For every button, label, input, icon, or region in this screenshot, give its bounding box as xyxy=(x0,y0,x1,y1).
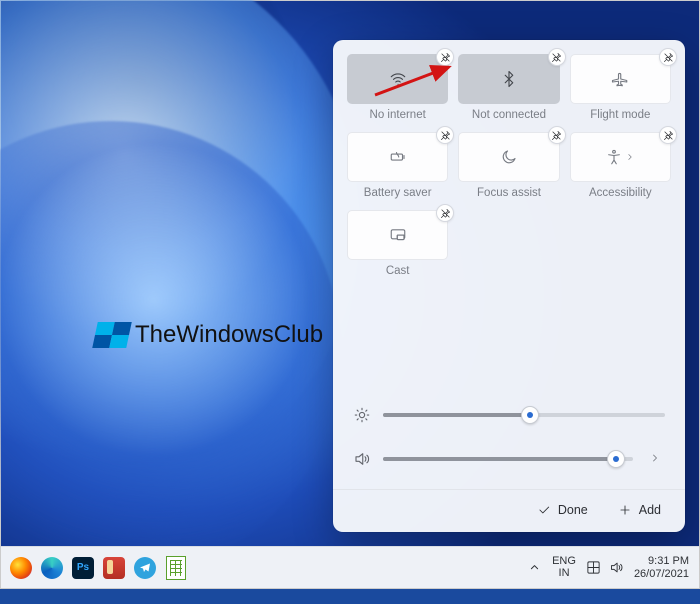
done-button[interactable]: Done xyxy=(525,498,600,522)
network-tray-icon xyxy=(586,560,601,575)
watermark-text: TheWindowsClub xyxy=(135,321,323,349)
add-button[interactable]: Add xyxy=(606,498,673,522)
wifi-icon xyxy=(389,70,407,88)
accessibility-tile-label: Accessibility xyxy=(589,187,652,200)
taskbar: Ps ENG IN 9:31 PM 26/07/2021 xyxy=(1,546,699,588)
tile-cast: Cast xyxy=(347,210,448,278)
tray-overflow-chevron-icon[interactable] xyxy=(527,560,542,575)
add-button-label: Add xyxy=(639,503,661,517)
unpin-icon xyxy=(663,52,674,63)
tile-bluetooth: Not connected xyxy=(458,54,559,122)
unpin-cast-button[interactable] xyxy=(436,204,454,222)
wifi-tile-button[interactable] xyxy=(347,54,448,104)
sliders-section xyxy=(347,391,671,481)
unpin-icon xyxy=(440,208,451,219)
tile-focus-assist: Focus assist xyxy=(458,132,559,200)
battery-saver-icon xyxy=(389,148,407,166)
cast-tile-label: Cast xyxy=(386,265,410,278)
volume-slider[interactable] xyxy=(383,457,633,461)
language-line1: ENG xyxy=(552,556,576,568)
flightmode-tile-button[interactable] xyxy=(570,54,671,104)
wifi-tile-label: No internet xyxy=(370,109,426,122)
unpin-flightmode-button[interactable] xyxy=(659,48,677,66)
brightness-icon xyxy=(353,406,371,424)
quick-settings-panel: No internet Not connected Flight mode xyxy=(333,40,685,532)
unpin-wifi-button[interactable] xyxy=(436,48,454,66)
focus-assist-tile-button[interactable] xyxy=(458,132,559,182)
tile-flightmode: Flight mode xyxy=(570,54,671,122)
watermark-logo-icon xyxy=(92,322,132,348)
quick-settings-tray-button[interactable] xyxy=(586,560,624,575)
battery-saver-tile-label: Battery saver xyxy=(364,187,432,200)
done-button-label: Done xyxy=(558,503,588,517)
check-icon xyxy=(537,503,551,517)
volume-slider-row xyxy=(353,437,665,481)
unpin-icon xyxy=(663,130,674,141)
language-indicator[interactable]: ENG IN xyxy=(552,556,576,579)
quick-settings-edit-bar: Done Add xyxy=(333,489,685,522)
unpin-icon xyxy=(440,130,451,141)
bluetooth-tile-button[interactable] xyxy=(458,54,559,104)
watermark: TheWindowsClub xyxy=(95,321,323,349)
accessibility-tile-button[interactable] xyxy=(570,132,671,182)
tile-accessibility: Accessibility xyxy=(570,132,671,200)
taskbar-clock[interactable]: 9:31 PM 26/07/2021 xyxy=(634,555,689,580)
moon-icon xyxy=(500,148,518,166)
bluetooth-icon xyxy=(500,70,518,88)
language-line2: IN xyxy=(552,568,576,580)
focus-assist-tile-label: Focus assist xyxy=(477,187,541,200)
accessibility-icon xyxy=(605,148,623,166)
unpin-icon xyxy=(440,52,451,63)
brightness-slider[interactable] xyxy=(383,413,665,417)
taskbar-app-photoshop[interactable]: Ps xyxy=(69,554,97,582)
volume-tray-icon xyxy=(609,560,624,575)
taskbar-app-libreoffice-calc[interactable] xyxy=(162,554,190,582)
unpin-battery-saver-button[interactable] xyxy=(436,126,454,144)
unpin-icon xyxy=(551,130,562,141)
taskbar-pinned-apps: Ps xyxy=(1,554,190,582)
taskbar-app-telegram[interactable] xyxy=(131,554,159,582)
bluetooth-tile-label: Not connected xyxy=(472,109,546,122)
airplane-icon xyxy=(611,70,629,88)
brightness-slider-row xyxy=(353,393,665,437)
plus-icon xyxy=(618,503,632,517)
tile-wifi: No internet xyxy=(347,54,448,122)
volume-flyout-button[interactable] xyxy=(645,452,665,467)
battery-saver-tile-button[interactable] xyxy=(347,132,448,182)
cast-tile-button[interactable] xyxy=(347,210,448,260)
speaker-icon xyxy=(353,450,371,468)
tile-battery-saver: Battery saver xyxy=(347,132,448,200)
taskbar-app-ccleaner[interactable] xyxy=(100,554,128,582)
unpin-focus-assist-button[interactable] xyxy=(548,126,566,144)
unpin-icon xyxy=(551,52,562,63)
chevron-right-icon xyxy=(625,152,635,162)
quick-settings-tiles: No internet Not connected Flight mode xyxy=(347,54,671,279)
taskbar-app-firefox[interactable] xyxy=(7,554,35,582)
cast-icon xyxy=(389,226,407,244)
unpin-bluetooth-button[interactable] xyxy=(548,48,566,66)
clock-time: 9:31 PM xyxy=(634,555,689,568)
flightmode-tile-label: Flight mode xyxy=(590,109,650,122)
unpin-accessibility-button[interactable] xyxy=(659,126,677,144)
taskbar-system-tray: ENG IN 9:31 PM 26/07/2021 xyxy=(527,555,699,580)
clock-date: 26/07/2021 xyxy=(634,568,689,581)
taskbar-app-edge[interactable] xyxy=(38,554,66,582)
